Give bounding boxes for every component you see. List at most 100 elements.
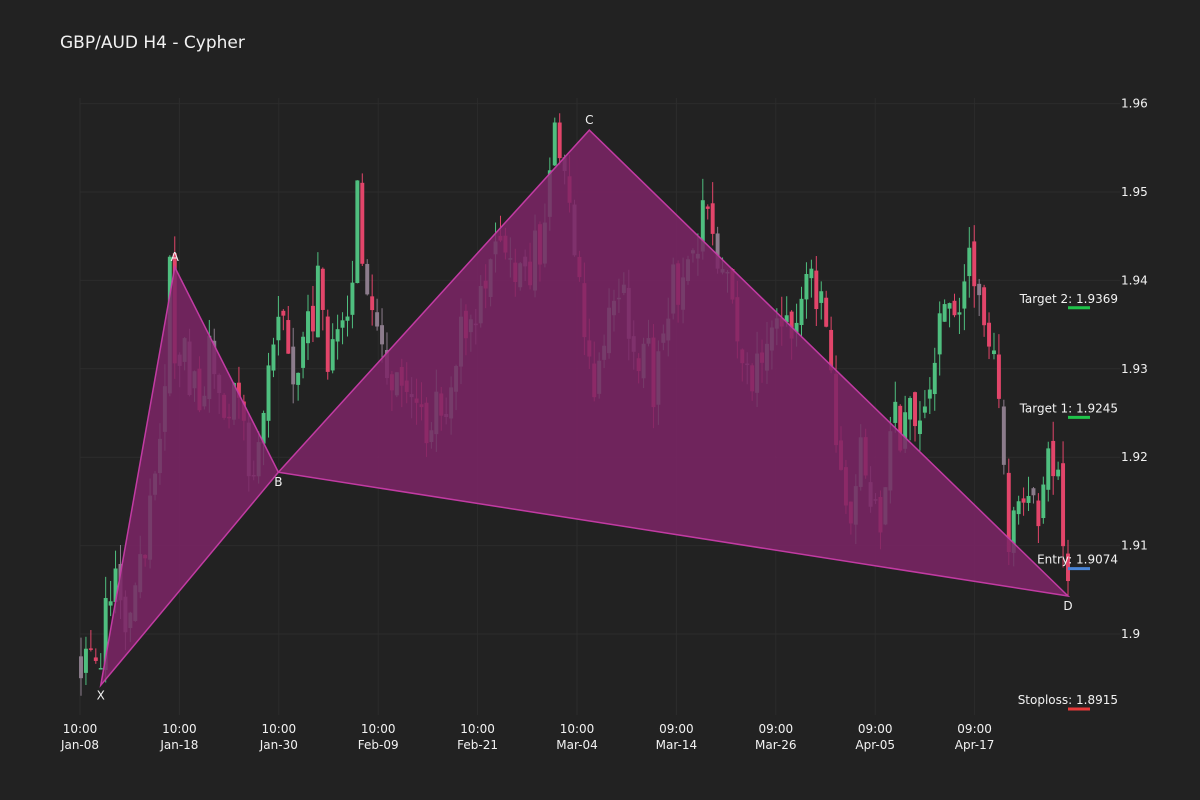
candle-body	[962, 281, 967, 309]
candle-body	[705, 206, 710, 209]
candle-body	[1026, 495, 1031, 503]
candle-body	[266, 365, 271, 421]
candle-body	[98, 668, 103, 670]
candle-body	[88, 648, 93, 650]
candlestick-chart: X A B C D 1.9 1.91 1.92 1.93 1.94 1.95 1.96 10:00 Ja…	[60, 97, 1148, 752]
y-tick-label: 1.92	[1121, 450, 1148, 464]
x-tick-time-label: 10:00	[460, 722, 495, 736]
pattern-point-label-b: B	[274, 475, 282, 489]
candle-body	[1061, 463, 1066, 547]
x-tick-time-label: 09:00	[659, 722, 694, 736]
candle-body	[799, 298, 804, 326]
y-tick-label: 1.94	[1121, 273, 1148, 287]
candle-body	[286, 320, 291, 354]
x-tick-date-label: Jan-30	[259, 738, 298, 752]
candle-body	[1041, 484, 1046, 519]
x-tick-date-label: Jan-08	[60, 738, 99, 752]
candle-body	[1031, 488, 1036, 496]
candle-body	[315, 265, 320, 338]
candle-body	[79, 656, 83, 679]
candle-body	[987, 322, 992, 347]
candle-body	[310, 305, 315, 332]
candle-body	[927, 389, 932, 399]
candle-body	[937, 313, 942, 355]
target-2-label: Target 2: 1.9369	[1019, 292, 1118, 306]
candle-body	[972, 241, 977, 287]
stoploss-label: Stoploss: 1.8915	[1018, 693, 1118, 707]
candle-body	[1001, 406, 1006, 465]
x-tick-date-label: Apr-05	[855, 738, 895, 752]
level-layer: Target 2: 1.9369 Target 1: 1.9245 Entry: 1…	[1018, 292, 1118, 711]
candle-body	[345, 316, 350, 321]
candle-body	[804, 273, 809, 300]
candle-body	[281, 310, 286, 316]
candle-body	[967, 247, 972, 277]
candle-body	[977, 283, 982, 296]
entry-label: Entry: 1.9074	[1037, 553, 1118, 567]
x-tick-time-label: 09:00	[957, 722, 992, 736]
candle-body	[824, 297, 829, 327]
candle-body	[932, 362, 937, 395]
x-tick-date-label: Feb-21	[457, 738, 498, 752]
candle-body	[108, 601, 113, 606]
candle-body	[947, 303, 952, 309]
candle-body	[1051, 440, 1056, 477]
candle-body	[271, 344, 276, 371]
candle-body	[1021, 498, 1026, 503]
candle-body	[893, 401, 898, 423]
candle-body	[957, 312, 962, 315]
candle-body	[365, 263, 370, 295]
candle-body	[992, 350, 996, 355]
candle-body	[276, 316, 281, 341]
x-tick-date-label: Apr-17	[955, 738, 995, 752]
pattern-triangle-xab	[99, 264, 280, 688]
pattern-triangle-bcd	[276, 129, 1071, 598]
candle-body	[814, 270, 819, 310]
y-tick-label: 1.96	[1121, 97, 1148, 111]
candle-body	[83, 648, 88, 673]
candle-body	[1036, 500, 1041, 527]
candle-body	[360, 182, 365, 264]
x-tick-date-label: Jan-18	[159, 738, 198, 752]
candle-body	[350, 282, 355, 315]
candle-body	[908, 398, 913, 420]
candle-body	[1046, 448, 1051, 490]
pattern-point-label-d: D	[1063, 599, 1072, 613]
candle-body	[557, 122, 562, 159]
candle-body	[922, 406, 927, 413]
x-tick-time-label: 10:00	[63, 722, 98, 736]
pattern-point-label-a: A	[171, 250, 180, 264]
y-tick-label: 1.9	[1121, 627, 1140, 641]
candle-body	[710, 203, 715, 234]
y-tick-label: 1.95	[1121, 185, 1148, 199]
candle-body	[370, 296, 375, 311]
candle-body	[306, 311, 310, 344]
candle-body	[291, 346, 296, 385]
candle-body	[380, 325, 385, 345]
candle-body	[809, 268, 814, 279]
x-tick-time-label: 10:00	[162, 722, 197, 736]
target-1-label: Target 1: 1.9245	[1019, 401, 1118, 415]
candle-body	[996, 354, 1001, 399]
candle-body	[335, 329, 340, 342]
candle-body	[330, 339, 335, 371]
candle-body	[952, 300, 957, 316]
candle-body	[296, 372, 301, 385]
candle-body	[1016, 501, 1021, 515]
x-tick-date-label: Mar-26	[755, 738, 796, 752]
x-tick-time-label: 09:00	[759, 722, 794, 736]
y-tick-label: 1.91	[1121, 539, 1148, 553]
candle-body	[1056, 469, 1061, 477]
x-tick-time-label: 10:00	[361, 722, 396, 736]
x-tick-date-label: Mar-14	[656, 738, 697, 752]
x-tick-time-label: 10:00	[262, 722, 297, 736]
candle-body	[93, 657, 98, 661]
x-tick-time-label: 09:00	[858, 722, 893, 736]
candle-body	[942, 304, 947, 322]
candle-body	[301, 336, 306, 368]
candle-body	[325, 316, 330, 372]
candle-body	[355, 180, 360, 284]
y-tick-label: 1.93	[1121, 362, 1148, 376]
candle-body	[552, 122, 557, 166]
candle-body	[320, 268, 325, 310]
